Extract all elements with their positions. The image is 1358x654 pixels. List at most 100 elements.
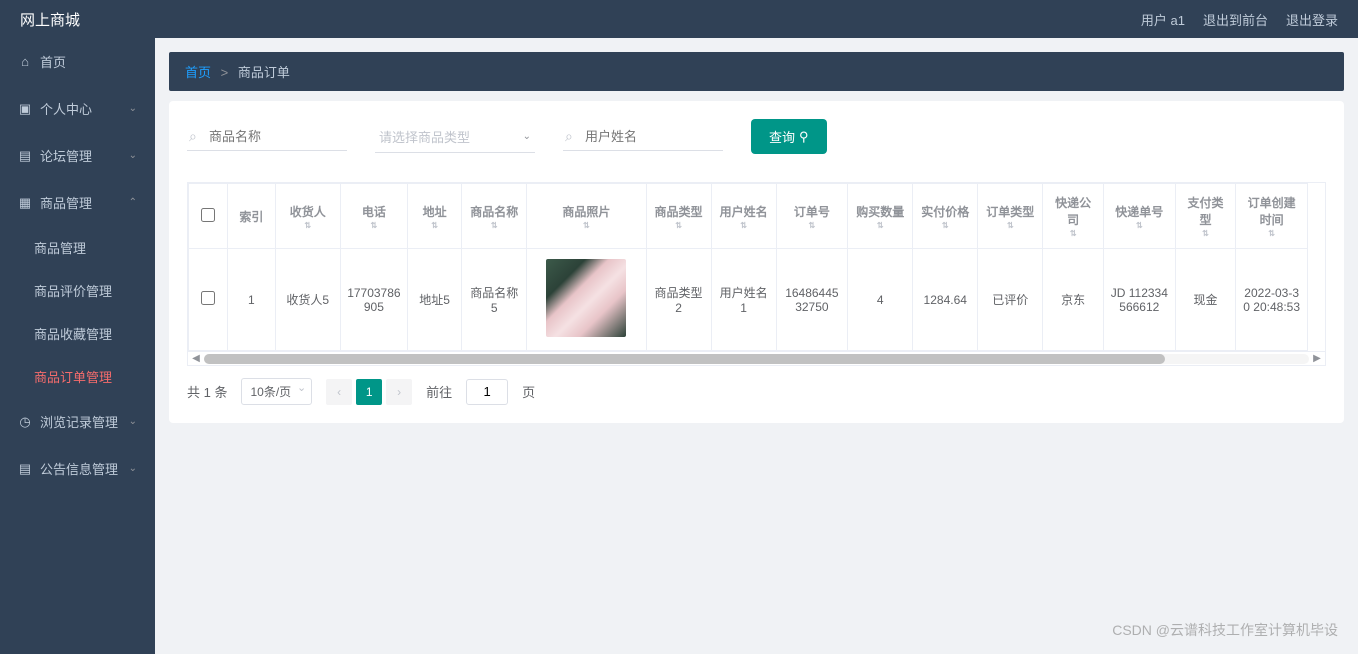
- goto-prefix: 前往: [426, 382, 452, 401]
- goto-page-input[interactable]: [466, 379, 508, 405]
- menu-label: 浏览记录管理: [40, 412, 118, 431]
- col-courier[interactable]: 快递公司⇅: [1043, 184, 1104, 249]
- table-row: 1 收货人5 17703786905 地址5 商品名称5 商品类型2 用户姓名1…: [189, 249, 1308, 351]
- cell-created: 2022-03-30 20:48:53: [1236, 249, 1308, 351]
- orders-table: 索引 收货人⇅ 电话⇅ 地址⇅ 商品名称⇅ 商品照片⇅ 商品类型⇅ 用户姓名⇅ …: [188, 183, 1308, 351]
- chevron-down-icon: ⌄: [129, 463, 137, 474]
- select-all-checkbox[interactable]: [201, 208, 215, 222]
- col-pay-type[interactable]: 支付类型⇅: [1175, 184, 1236, 249]
- cell-tracking: JD 112334566612: [1104, 249, 1176, 351]
- cell-index: 1: [228, 249, 276, 351]
- breadcrumb-current: 商品订单: [238, 65, 290, 80]
- submenu-goods-manage[interactable]: 商品管理: [0, 226, 155, 269]
- breadcrumb-sep: >: [221, 65, 229, 80]
- col-index[interactable]: 索引: [228, 184, 276, 249]
- col-order-no[interactable]: 订单号⇅: [776, 184, 848, 249]
- horizontal-scrollbar[interactable]: ◀ ▶: [188, 351, 1325, 365]
- col-checkbox: [189, 184, 228, 249]
- col-photo[interactable]: 商品照片⇅: [527, 184, 646, 249]
- main-content: 首页 > 商品订单 请选择商品类型 ⌄ 查询 ⚲: [155, 38, 1358, 654]
- pagination: 共 1 条 10条/页 ‹ 1 › 前往 页: [187, 378, 1326, 405]
- scroll-track-bg[interactable]: [204, 354, 1309, 364]
- col-paid[interactable]: 实付价格⇅: [913, 184, 978, 249]
- breadcrumb: 首页 > 商品订单: [169, 52, 1344, 91]
- col-goods-type[interactable]: 商品类型⇅: [646, 184, 711, 249]
- chevron-down-icon: ⌄: [129, 150, 137, 161]
- menu-label: 个人中心: [40, 99, 92, 118]
- scroll-right-icon[interactable]: ▶: [1309, 353, 1325, 364]
- cell-photo: [527, 249, 646, 351]
- menu-home[interactable]: ⌂ 首页: [0, 38, 155, 85]
- box-icon: ▦: [18, 196, 32, 210]
- chevron-up-icon: ⌃: [129, 197, 137, 208]
- menu-history[interactable]: ◷ 浏览记录管理 ⌄: [0, 398, 155, 445]
- col-created[interactable]: 订单创建时间⇅: [1236, 184, 1308, 249]
- cell-phone: 17703786905: [340, 249, 407, 351]
- menu-profile[interactable]: ▣个人中心 ⌄: [0, 85, 155, 132]
- search-bar: 请选择商品类型 ⌄ 查询 ⚲: [187, 119, 1326, 154]
- chevron-down-icon: ⌄: [523, 131, 531, 142]
- chevron-down-icon: ⌄: [129, 416, 137, 427]
- cell-qty: 4: [848, 249, 913, 351]
- menu-goods[interactable]: ▦ 商品管理 ⌃: [0, 179, 155, 226]
- col-goods-name[interactable]: 商品名称⇅: [462, 184, 527, 249]
- col-receiver[interactable]: 收货人⇅: [275, 184, 340, 249]
- menu-label: 公告信息管理: [40, 459, 118, 478]
- submenu-goods-reviews[interactable]: 商品评价管理: [0, 269, 155, 312]
- page-number-button[interactable]: 1: [356, 379, 382, 405]
- table-container: 索引 收货人⇅ 电话⇅ 地址⇅ 商品名称⇅ 商品照片⇅ 商品类型⇅ 用户姓名⇅ …: [187, 182, 1326, 366]
- row-checkbox[interactable]: [201, 291, 215, 305]
- app-header: 网上商城 用户 a1 退出到前台 退出登录: [0, 0, 1358, 38]
- search-user-input[interactable]: [563, 123, 723, 151]
- goto-suffix: 页: [522, 382, 535, 401]
- scroll-left-icon[interactable]: ◀: [188, 353, 204, 364]
- query-button[interactable]: 查询 ⚲: [751, 119, 827, 154]
- scroll-thumb[interactable]: [204, 354, 1165, 364]
- col-phone[interactable]: 电话⇅: [340, 184, 407, 249]
- menu-label: 论坛管理: [40, 146, 92, 165]
- exit-front-link[interactable]: 退出到前台: [1203, 10, 1268, 29]
- cell-goods-type: 商品类型2: [646, 249, 711, 351]
- search-name-wrap: [187, 123, 347, 151]
- header-right: 用户 a1 退出到前台 退出登录: [1141, 10, 1338, 29]
- cell-courier: 京东: [1043, 249, 1104, 351]
- prev-page-button[interactable]: ‹: [326, 379, 352, 405]
- cell-user-name: 用户姓名1: [711, 249, 776, 351]
- goods-photo: [546, 259, 626, 337]
- col-qty[interactable]: 购买数量⇅: [848, 184, 913, 249]
- col-order-type[interactable]: 订单类型⇅: [978, 184, 1043, 249]
- search-icon: ⚲: [799, 129, 809, 145]
- cell-order-no: 1648644532750: [776, 249, 848, 351]
- search-user-wrap: [563, 123, 723, 151]
- menu-label: 首页: [40, 52, 66, 71]
- sidebar: ⌂首页 ▣个人中心 ⌄ ▤论坛管理 ⌄ ▦商品管理 ⌃ 商品管理 商品评价管理 …: [0, 38, 155, 654]
- submenu-goods-favorites[interactable]: 商品收藏管理: [0, 312, 155, 355]
- submenu-goods-orders[interactable]: 商品订单管理: [0, 355, 155, 398]
- page-size-select[interactable]: 10条/页: [241, 378, 312, 405]
- app-title: 网上商城: [20, 9, 80, 30]
- menu-forum[interactable]: ▤ 论坛管理 ⌄: [0, 132, 155, 179]
- home-icon: ⌂: [18, 55, 32, 69]
- clock-icon: ◷: [18, 415, 32, 429]
- menu-notice[interactable]: ▤ 公告信息管理 ⌄: [0, 445, 155, 492]
- cell-pay-type: 现金: [1175, 249, 1236, 351]
- col-address[interactable]: 地址⇅: [408, 184, 462, 249]
- total-text: 共 1 条: [187, 382, 227, 401]
- table-header-row: 索引 收货人⇅ 电话⇅ 地址⇅ 商品名称⇅ 商品照片⇅ 商品类型⇅ 用户姓名⇅ …: [189, 184, 1308, 249]
- clipboard-icon: ▤: [18, 149, 32, 163]
- logout-link[interactable]: 退出登录: [1286, 10, 1338, 29]
- next-page-button[interactable]: ›: [386, 379, 412, 405]
- cell-goods-name: 商品名称5: [462, 249, 527, 351]
- breadcrumb-home[interactable]: 首页: [185, 65, 211, 80]
- search-name-input[interactable]: [187, 123, 347, 151]
- cell-paid: 1284.64: [913, 249, 978, 351]
- user-icon: ▣: [18, 102, 32, 116]
- search-type-select[interactable]: 请选择商品类型 ⌄: [375, 121, 535, 153]
- document-icon: ▤: [18, 462, 32, 476]
- col-user-name[interactable]: 用户姓名⇅: [711, 184, 776, 249]
- menu-label: 商品管理: [40, 193, 92, 212]
- col-tracking[interactable]: 快递单号⇅: [1104, 184, 1176, 249]
- content-card: 请选择商品类型 ⌄ 查询 ⚲: [169, 101, 1344, 423]
- user-label[interactable]: 用户 a1: [1141, 10, 1185, 29]
- cell-order-type: 已评价: [978, 249, 1043, 351]
